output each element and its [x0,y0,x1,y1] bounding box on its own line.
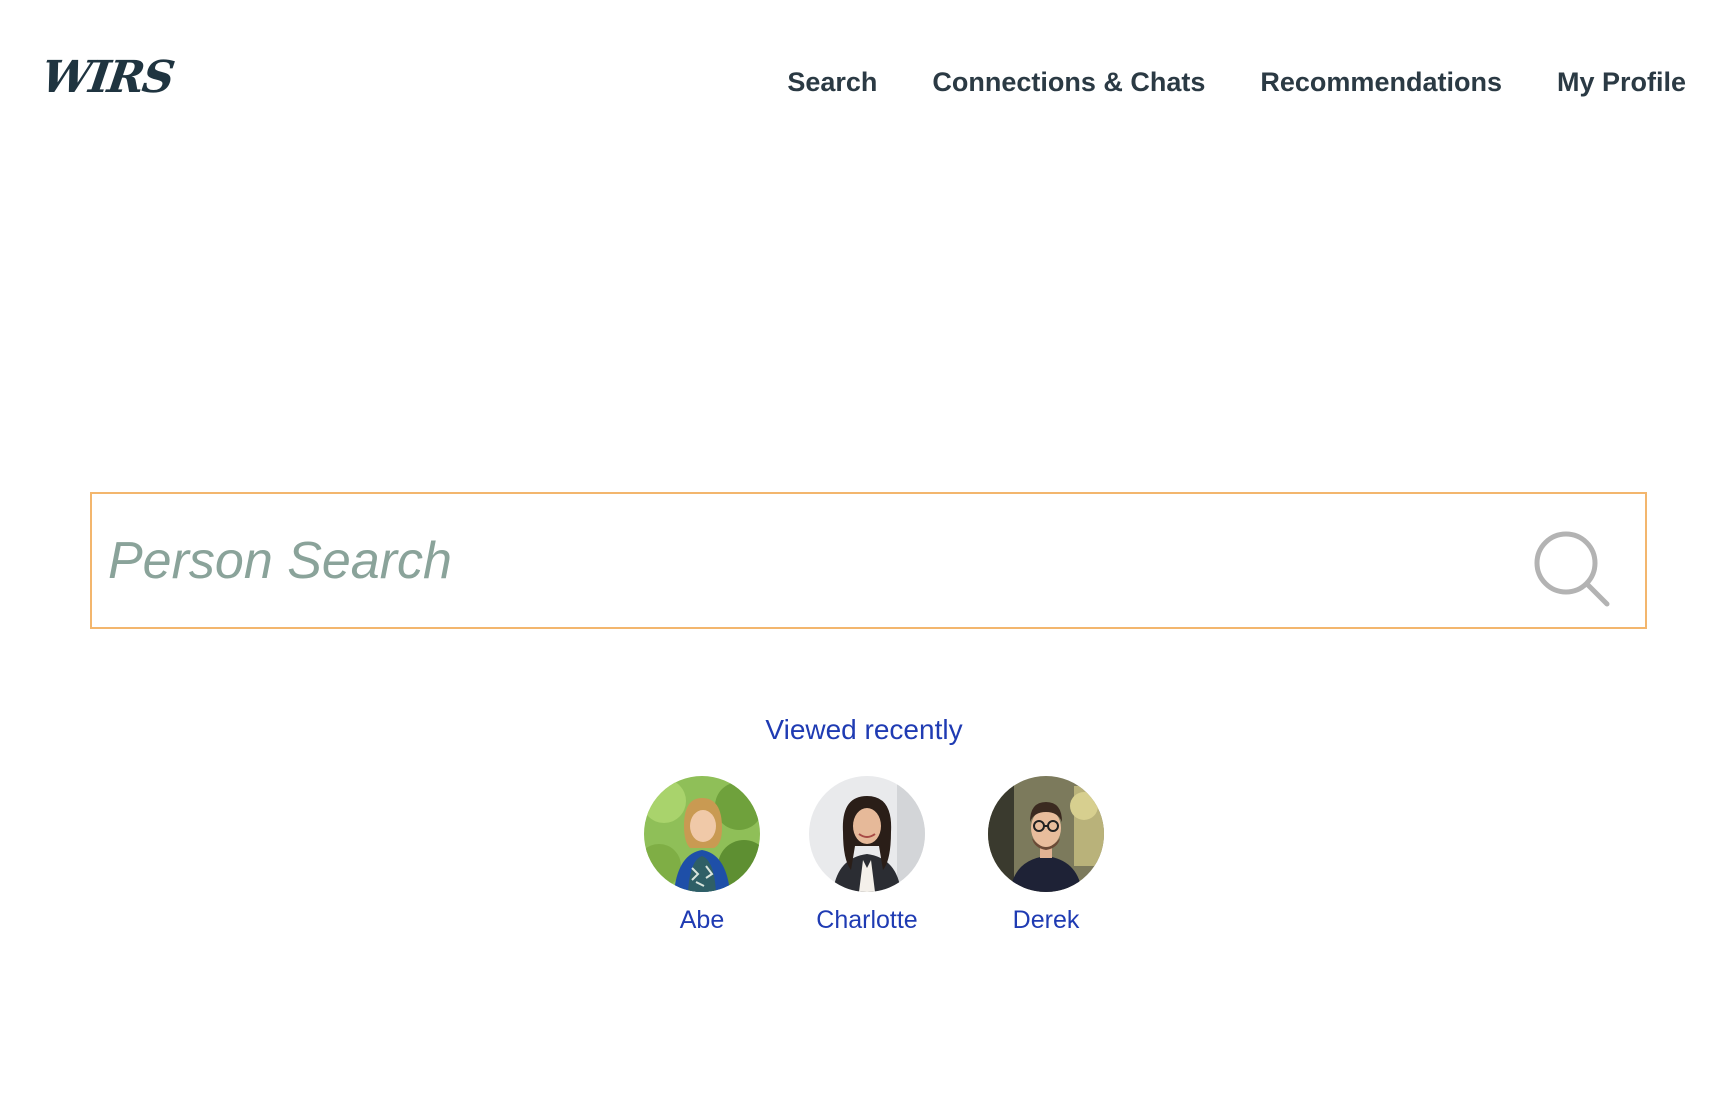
wirs-logo[interactable]: WIRS [38,52,176,103]
person-name-abe[interactable]: Abe [617,906,787,935]
recent-person-derek[interactable]: Derek [961,776,1131,935]
nav-recommendations[interactable]: Recommendations [1260,66,1502,98]
nav-my-profile[interactable]: My Profile [1557,66,1686,98]
nav-search[interactable]: Search [787,66,877,98]
person-search-box [90,492,1647,629]
recent-person-charlotte[interactable]: Charlotte [782,776,952,935]
recent-person-abe[interactable]: Abe [617,776,787,935]
page: WIRS Search Connections & Chats Recommen… [0,0,1728,1117]
avatar-derek[interactable] [988,776,1104,892]
search-icon[interactable] [1531,528,1613,610]
person-search-input[interactable] [108,494,1488,627]
nav-connections-chats[interactable]: Connections & Chats [932,66,1205,98]
person-name-derek[interactable]: Derek [961,906,1131,935]
person-name-charlotte[interactable]: Charlotte [782,906,952,935]
avatar-abe[interactable] [644,776,760,892]
avatar-charlotte[interactable] [809,776,925,892]
main-nav: Search Connections & Chats Recommendatio… [787,66,1686,98]
viewed-recently-heading: Viewed recently [765,714,963,745]
